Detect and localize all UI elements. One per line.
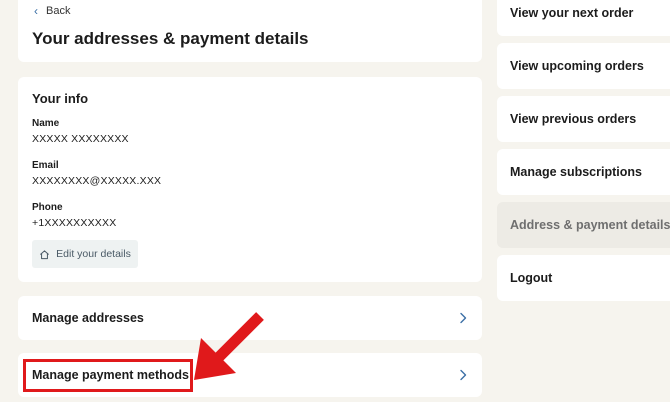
manage-payment-methods-row[interactable]: Manage payment methods: [18, 353, 482, 397]
edit-details-label: Edit your details: [56, 248, 131, 260]
chevron-right-icon: [460, 312, 467, 324]
manage-addresses-row[interactable]: Manage addresses: [18, 296, 482, 340]
manage-payment-methods-label: Manage payment methods: [32, 368, 189, 382]
nav-item-upcoming-orders[interactable]: View upcoming orders: [497, 43, 670, 89]
chevron-left-icon: ‹: [34, 4, 38, 18]
name-value: XXXXX XXXXXXXX: [32, 133, 129, 145]
nav-item-next-order[interactable]: View your next order: [497, 0, 670, 36]
phone-label: Phone: [32, 202, 63, 213]
manage-addresses-label: Manage addresses: [32, 311, 144, 325]
section-title: Your info: [32, 91, 89, 106]
nav-item-manage-subscriptions[interactable]: Manage subscriptions: [497, 149, 670, 195]
phone-value: +1XXXXXXXXXX: [32, 217, 117, 229]
email-value: XXXXXXXX@XXXXX.XXX: [32, 175, 162, 187]
nav-item-logout[interactable]: Logout: [497, 255, 670, 301]
nav-item-previous-orders[interactable]: View previous orders: [497, 96, 670, 142]
chevron-right-icon: [460, 369, 467, 381]
nav-item-address-payment[interactable]: Address & payment details: [497, 202, 670, 248]
header-card: ‹ Back Your addresses & payment details: [18, 0, 482, 62]
edit-details-button[interactable]: Edit your details: [32, 240, 138, 268]
your-info-card: Your info Name XXXXX XXXXXXXX Email XXXX…: [18, 77, 482, 282]
back-link[interactable]: ‹ Back: [34, 4, 70, 18]
name-label: Name: [32, 118, 60, 129]
page-title: Your addresses & payment details: [32, 29, 309, 48]
back-label: Back: [46, 5, 71, 17]
home-icon: [40, 249, 50, 259]
email-label: Email: [32, 160, 59, 171]
